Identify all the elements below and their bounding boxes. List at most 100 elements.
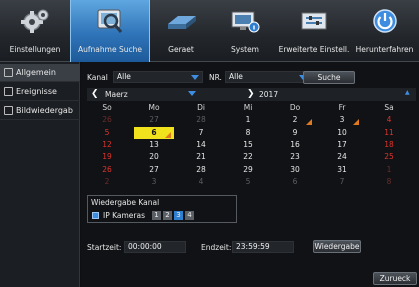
sidebar-item-allgemein[interactable]: Allgemein: [0, 64, 80, 82]
tab-erweiterte-einstellungen[interactable]: Erweiterte Einstell.: [278, 0, 350, 62]
main-menu-bar: Einstellungen Aufnahme Suche Geraet Syst…: [0, 0, 419, 62]
calendar-day[interactable]: 27: [134, 164, 174, 176]
channel-4[interactable]: 4: [185, 211, 194, 220]
tab-label: Aufnahme Suche: [78, 45, 142, 54]
back-button[interactable]: Zurueck: [373, 272, 417, 285]
playback-channel-box: Wiedergabe Kanal IP Kameras 1 2 3 4: [87, 195, 237, 223]
calendar-day[interactable]: 24: [322, 151, 362, 163]
calendar-day[interactable]: 19: [87, 151, 127, 163]
day-number: 5: [245, 176, 251, 186]
calendar-day[interactable]: 20: [134, 151, 174, 163]
day-number: 1: [245, 115, 251, 125]
tab-aufnahme-suche[interactable]: Aufnahme Suche: [70, 0, 150, 62]
nr-select[interactable]: Alle: [225, 71, 311, 83]
calendar-day[interactable]: 30: [275, 164, 315, 176]
day-number: 10: [337, 127, 347, 137]
calendar-day[interactable]: 17: [322, 139, 362, 151]
day-number: 27: [149, 164, 159, 174]
calendar-day[interactable]: 2: [87, 176, 127, 188]
prev-month-icon[interactable]: ❮: [91, 89, 99, 99]
recording-marker-icon: [306, 119, 312, 126]
sidebar-item-ereignisse[interactable]: Ereignisse: [0, 83, 80, 101]
start-time-field[interactable]: 00:00:00: [124, 241, 186, 253]
day-number: 19: [102, 152, 112, 162]
channel-2[interactable]: 2: [163, 211, 172, 220]
channel-3[interactable]: 3: [174, 211, 183, 220]
playback-button[interactable]: Wiedergabe: [313, 240, 361, 253]
month-select[interactable]: [99, 88, 199, 100]
calendar-day[interactable]: 8: [369, 176, 409, 188]
calendar-day[interactable]: 18: [369, 139, 409, 151]
calendar-day[interactable]: 5: [87, 127, 127, 139]
sidebar-item-bildwiedergabe[interactable]: Bildwiedergab: [0, 102, 80, 120]
calendar-week-row: 19 20 21 22 23 24 25: [87, 151, 416, 163]
year-label: 2017: [259, 90, 279, 99]
hard-drive-icon: [168, 16, 196, 29]
day-number: 25: [384, 152, 394, 162]
day-number: 22: [243, 152, 253, 162]
calendar-week-row: 12 13 14 15 16 17 18: [87, 139, 416, 151]
kanal-value: Alle: [117, 72, 131, 81]
calendar-day[interactable]: 6: [134, 126, 174, 139]
calendar-day[interactable]: 3: [134, 176, 174, 188]
channel-1[interactable]: 1: [152, 211, 161, 220]
ip-cameras-checkbox[interactable]: [92, 212, 99, 219]
calendar-day[interactable]: 25: [369, 151, 409, 163]
calendar-day[interactable]: 22: [228, 151, 268, 163]
day-number: 8: [386, 176, 392, 186]
calendar-day[interactable]: 1: [228, 114, 268, 126]
calendar-day[interactable]: 12: [87, 139, 127, 151]
calendar-day[interactable]: 29: [228, 164, 268, 176]
calendar-day[interactable]: 2: [275, 114, 315, 126]
sidebar: Allgemein Ereignisse Bildwiedergab: [0, 62, 80, 287]
calendar-day[interactable]: 5: [228, 176, 268, 188]
day-number: 4: [198, 176, 204, 186]
calendar-week-row: 5 6 7 8 9 10 11: [87, 126, 416, 139]
year-spinner-icon[interactable]: ▲: [405, 89, 410, 96]
tab-system[interactable]: System: [212, 0, 278, 62]
calendar-day[interactable]: 26: [87, 164, 127, 176]
calendar-day[interactable]: 26: [87, 114, 127, 126]
calendar-day[interactable]: 8: [228, 127, 268, 139]
calendar-day[interactable]: 6: [275, 176, 315, 188]
calendar-day[interactable]: 7: [181, 127, 221, 139]
calendar-day[interactable]: 9: [275, 127, 315, 139]
calendar-day[interactable]: 31: [322, 164, 362, 176]
calendar-day[interactable]: 11: [369, 127, 409, 139]
calendar-day[interactable]: 28: [181, 114, 221, 126]
calendar-day[interactable]: 7: [322, 176, 362, 188]
recording-marker-icon: [165, 131, 171, 138]
kanal-select[interactable]: Alle: [113, 71, 203, 83]
day-number: 11: [384, 127, 394, 137]
calendar-day[interactable]: 1: [369, 164, 409, 176]
search-button[interactable]: Suche: [303, 71, 355, 84]
calendar-day[interactable]: 13: [134, 139, 174, 151]
image-playback-icon: [4, 106, 13, 115]
tab-geraet[interactable]: Geraet: [150, 0, 212, 62]
calendar-day[interactable]: 21: [181, 151, 221, 163]
end-time-field[interactable]: 23:59:59: [232, 241, 294, 253]
calendar-day[interactable]: 16: [275, 139, 315, 151]
calendar-week-row: 26 27 28 29 30 31 1: [87, 164, 416, 176]
calendar-day[interactable]: 23: [275, 151, 315, 163]
calendar-day[interactable]: 15: [228, 139, 268, 151]
day-number: 16: [290, 139, 300, 149]
calendar-day[interactable]: 14: [181, 139, 221, 151]
calendar-day[interactable]: 4: [369, 114, 409, 126]
tab-herunterfahren[interactable]: Herunterfahren: [350, 0, 419, 62]
calendar-day[interactable]: 4: [181, 176, 221, 188]
calendar-day[interactable]: 28: [181, 164, 221, 176]
month-selector: ❮ Maerz ❯ 2017 ▲: [87, 88, 416, 101]
calendar-day[interactable]: 3: [322, 114, 362, 126]
tab-label: Herunterfahren: [355, 45, 414, 54]
advanced-settings-icon: [301, 12, 327, 30]
calendar-day[interactable]: 10: [322, 127, 362, 139]
next-month-icon[interactable]: ❯: [247, 89, 255, 99]
tab-einstellungen[interactable]: Einstellungen: [0, 0, 70, 62]
magnifier-icon: [97, 9, 123, 33]
calendar-day[interactable]: 27: [134, 114, 174, 126]
day-number: 3: [151, 176, 157, 186]
calendar-week-row: 26 27 28 1 2 3 4: [87, 114, 416, 126]
weekday-label: Mo: [148, 103, 160, 112]
kanal-label: Kanal: [87, 73, 108, 82]
